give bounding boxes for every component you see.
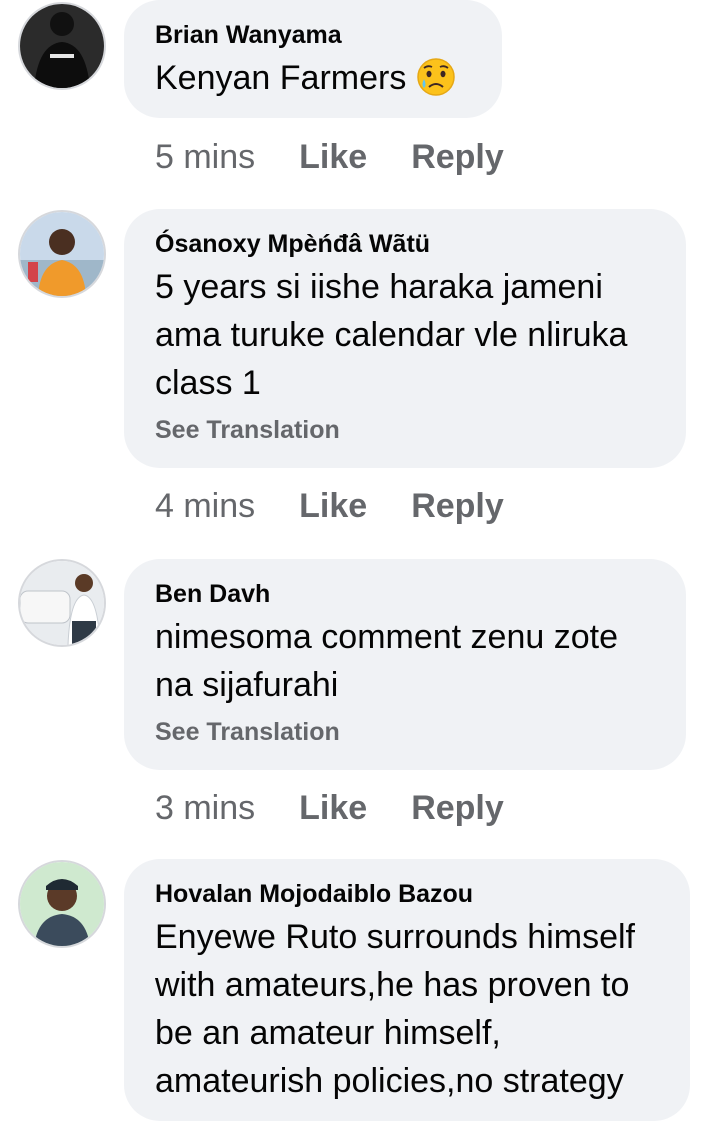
like-button[interactable]: Like	[299, 482, 367, 530]
comment-author[interactable]: Ben Davh	[155, 577, 656, 611]
comment-timestamp[interactable]: 5 mins	[155, 133, 255, 181]
comment-text-line: amateurish policies,no strategy	[155, 1062, 624, 1100]
comment-text: 5 years si iishe haraka jameni ama turuk…	[155, 263, 656, 407]
reply-button[interactable]: Reply	[411, 482, 504, 530]
comment-text-line: Enyewe Ruto surrounds himself	[155, 918, 636, 956]
profile-photo-icon	[20, 561, 104, 645]
like-button[interactable]: Like	[299, 133, 367, 181]
comment-text-line: 5 years si iishe haraka jameni	[155, 268, 603, 306]
comment-text: Enyewe Ruto surrounds himself with amate…	[155, 913, 660, 1105]
comment-timestamp[interactable]: 3 mins	[155, 784, 255, 832]
avatar[interactable]	[18, 2, 106, 90]
comment-author[interactable]: Hovalan Mojodaiblo Bazou	[155, 877, 660, 911]
comment-bubble: Ósanoxy Mpèńđâ Wãtü 5 years si iishe har…	[124, 209, 686, 468]
comment-text-line: ama turuke calendar vle nliruka	[155, 316, 628, 354]
comment-text-line: na sijafurahi	[155, 666, 339, 704]
profile-photo-icon	[20, 212, 104, 296]
profile-photo-icon	[20, 862, 104, 946]
comment-text: Kenyan Farmers	[155, 54, 472, 110]
comment-bubble: Brian Wanyama Kenyan Farmers	[124, 0, 502, 118]
see-translation-link[interactable]: See Translation	[155, 715, 656, 749]
profile-photo-icon	[20, 4, 104, 88]
reply-button[interactable]: Reply	[411, 784, 504, 832]
comment-bubble: Hovalan Mojodaiblo Bazou Enyewe Ruto sur…	[124, 859, 690, 1121]
sad-tear-face-icon	[416, 57, 456, 110]
comment-text-line: class 1	[155, 364, 261, 402]
avatar[interactable]	[18, 559, 106, 647]
reply-button[interactable]: Reply	[411, 133, 504, 181]
comment-author[interactable]: Brian Wanyama	[155, 18, 472, 52]
like-button[interactable]: Like	[299, 784, 367, 832]
comment-timestamp[interactable]: 4 mins	[155, 482, 255, 530]
comment-text-line: be an amateur himself,	[155, 1014, 501, 1052]
comment-actions: 3 mins Like Reply	[155, 784, 504, 832]
comment-actions: 4 mins Like Reply	[155, 482, 504, 530]
comment-bubble: Ben Davh nimesoma comment zenu zote na s…	[124, 559, 686, 770]
comment-text-line: Kenyan Farmers	[155, 59, 407, 97]
comment-text-line: with amateurs,he has proven to	[155, 966, 630, 1004]
comment-author[interactable]: Ósanoxy Mpèńđâ Wãtü	[155, 227, 656, 261]
avatar[interactable]	[18, 210, 106, 298]
avatar[interactable]	[18, 860, 106, 948]
comment-text-line: nimesoma comment zenu zote	[155, 618, 618, 656]
comment-actions: 5 mins Like Reply	[155, 133, 504, 181]
comment-text: nimesoma comment zenu zote na sijafurahi	[155, 613, 656, 709]
see-translation-link[interactable]: See Translation	[155, 413, 656, 447]
